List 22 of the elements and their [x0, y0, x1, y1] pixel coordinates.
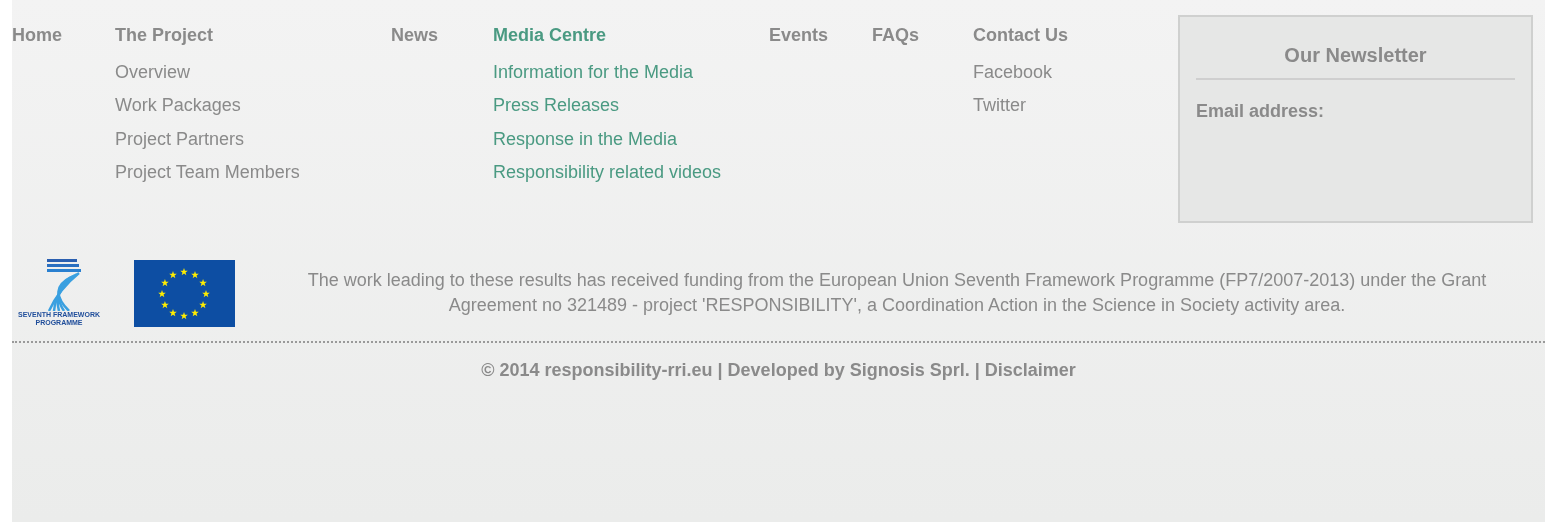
submenu-link[interactable]: Twitter: [973, 95, 1026, 115]
funding-statement: The work leading to these results has received funding from the European Union Seventh Framework Programme (FP7/2007-2013) under the Grant Agreement no 321489 - project 'RESPONSIBILITY', a Coordination Action in the Science in Society activity area.: [306, 269, 1488, 317]
email-label: Email address:: [1196, 100, 1326, 123]
menu-link[interactable]: FAQs: [872, 22, 919, 48]
submenu-link[interactable]: Information for the Media: [493, 61, 694, 82]
submenu-link[interactable]: Press Releases: [493, 95, 620, 115]
submenu-link[interactable]: Responsibility related videos: [493, 162, 722, 182]
menu-link[interactable]: Home: [12, 22, 62, 48]
copyright-text: © 2014 responsibility-rri.eu | Developed by Signosis Sprl. | Disclaimer: [481, 359, 1076, 382]
menu-link[interactable]: Contact Us: [973, 22, 1068, 48]
submenu-link[interactable]: Project Partners: [115, 128, 245, 149]
newsletter-title: Our Newsletter: [1196, 17, 1515, 80]
menu-link[interactable]: The Project: [115, 22, 214, 48]
submenu-link[interactable]: Overview: [115, 61, 190, 82]
menu-link[interactable]: Events: [769, 22, 829, 48]
submenu-link[interactable]: Facebook: [973, 61, 1053, 82]
submenu-link[interactable]: Response in the Media: [493, 128, 678, 149]
menu-link[interactable]: News: [391, 22, 439, 48]
menu-link[interactable]: Media Centre: [493, 22, 607, 48]
eu-flag-icon: [134, 259, 235, 327]
submenu-link[interactable]: Project Team Members: [115, 162, 300, 182]
submenu-link[interactable]: Work Packages: [115, 95, 241, 115]
